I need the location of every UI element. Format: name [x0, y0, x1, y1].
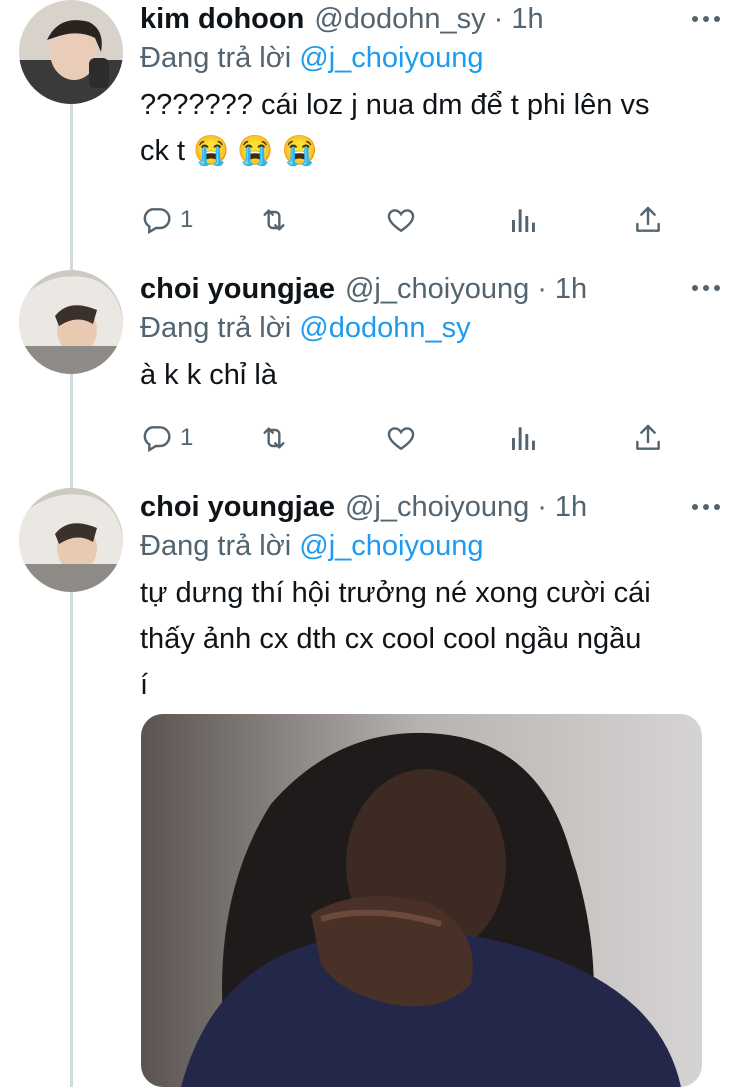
avatar[interactable]	[19, 0, 123, 104]
timestamp[interactable]: 1h	[511, 3, 543, 36]
like-button[interactable]	[385, 204, 417, 236]
tweet-text: à k k chỉ là	[140, 352, 730, 398]
reply-button[interactable]: 1	[140, 204, 193, 236]
tweet[interactable]: choi youngjae @j_choiyoung · 1h Đang trả…	[0, 478, 750, 1087]
tweet-text-line: ck t 😭 😭 😭	[140, 135, 318, 167]
reply-context: Đang trả lời @j_choiyoung	[140, 527, 730, 565]
tweet-text-line: í	[140, 669, 149, 701]
action-bar: 1	[140, 200, 700, 240]
tweet-text-line: tự dưng thí hội trưởng né xong cười cái	[140, 577, 651, 609]
tweet-text-line: ??????? cái loz j nua dm để t phi lên vs	[140, 89, 650, 121]
like-button[interactable]	[385, 422, 417, 454]
reply-count: 1	[180, 424, 194, 451]
separator: ·	[537, 272, 547, 305]
views-icon	[512, 209, 535, 232]
views-button[interactable]	[508, 422, 540, 454]
timestamp[interactable]: 1h	[555, 273, 587, 306]
share-icon	[636, 424, 660, 450]
reply-mention[interactable]: @dodohn_sy	[299, 312, 470, 344]
share-button[interactable]	[632, 204, 664, 236]
reply-icon	[143, 208, 171, 235]
reply-button[interactable]: 1	[140, 422, 193, 454]
reply-prefix: Đang trả lời	[140, 42, 292, 74]
reply-mention[interactable]: @j_choiyoung	[299, 42, 483, 74]
retweet-button[interactable]	[258, 204, 290, 236]
retweet-icon	[263, 209, 285, 231]
tweet-text-line: thấy ảnh cx dth cx cool cool ngầu ngầu	[140, 623, 642, 655]
separator: ·	[537, 490, 547, 523]
avatar[interactable]	[19, 488, 123, 592]
avatar[interactable]	[19, 270, 123, 374]
author-name[interactable]: choi youngjae	[140, 491, 335, 524]
reply-count: 1	[180, 206, 194, 233]
author-handle[interactable]: @dodohn_sy	[314, 3, 485, 36]
retweet-icon	[263, 427, 285, 449]
reply-mention[interactable]: @j_choiyoung	[299, 530, 483, 562]
reply-icon	[143, 426, 171, 453]
tweet-text: ??????? cái loz j nua dm để t phi lên vs…	[140, 82, 730, 174]
author-name[interactable]: choi youngjae	[140, 273, 335, 306]
author-handle[interactable]: @j_choiyoung	[345, 273, 529, 306]
more-icon[interactable]	[692, 283, 720, 293]
reply-prefix: Đang trả lời	[140, 312, 292, 344]
more-icon[interactable]	[692, 14, 720, 24]
reply-context: Đang trả lời @j_choiyoung	[140, 39, 730, 77]
tweet-media-photo[interactable]	[141, 714, 702, 1087]
author-name[interactable]: kim dohoon	[140, 3, 304, 36]
author-handle[interactable]: @j_choiyoung	[345, 491, 529, 524]
share-button[interactable]	[632, 422, 664, 454]
separator: ·	[493, 2, 504, 35]
views-icon	[512, 427, 535, 450]
retweet-button[interactable]	[258, 422, 290, 454]
tweet-text: tự dưng thí hội trưởng né xong cười cái …	[140, 570, 730, 708]
heart-icon	[387, 209, 415, 233]
tweet-text-line: à k k chỉ là	[140, 359, 277, 391]
share-icon	[636, 206, 660, 232]
tweet[interactable]: choi youngjae @j_choiyoung · 1h Đang trả…	[0, 258, 750, 478]
reply-context: Đang trả lời @dodohn_sy	[140, 309, 730, 347]
timestamp[interactable]: 1h	[555, 491, 587, 524]
heart-icon	[387, 427, 415, 451]
views-button[interactable]	[508, 204, 540, 236]
action-bar: 1	[140, 418, 700, 458]
more-icon[interactable]	[692, 502, 720, 512]
tweet[interactable]: kim dohoon @dodohn_sy · 1h Đang trả lời …	[0, 0, 750, 258]
reply-prefix: Đang trả lời	[140, 530, 292, 562]
